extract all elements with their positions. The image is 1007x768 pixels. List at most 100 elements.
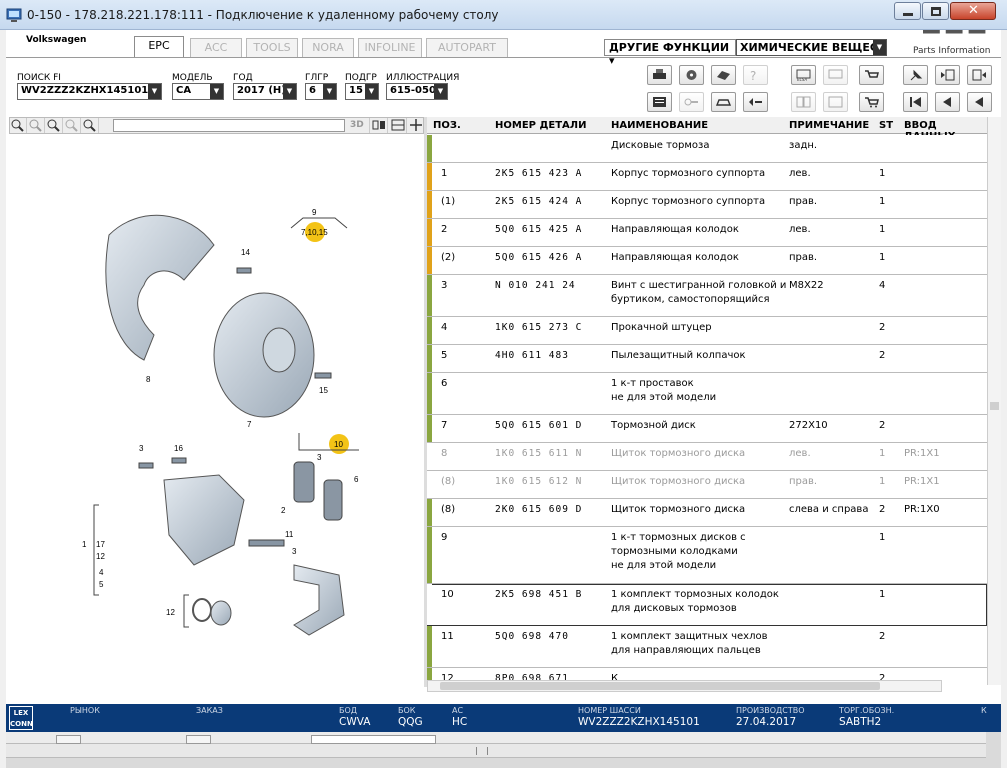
cell-name-line: 1 комплект тормозных колодок (611, 589, 779, 600)
table-row[interactable]: 2 5Q0 615 425 A Направляющая колодок лев. 1 (427, 219, 987, 247)
sg-select[interactable]: 15 ▼ (345, 83, 379, 100)
elsa-button[interactable]: ELSA (791, 65, 816, 85)
cell-part-number: 5Q0 615 426 A (495, 252, 583, 263)
tab-tools[interactable]: TOOLS (246, 38, 298, 57)
table-row[interactable]: 5 4H0 611 483 Пылезащитный колпачок 2 (427, 345, 987, 373)
table-row[interactable]: 9 1 к-т тормозных дисков с тормозными коло… (427, 527, 987, 584)
close-button[interactable]: ✕ (950, 2, 996, 20)
cell-name-line: Щиток тормозного диска (611, 504, 746, 515)
table-row[interactable]: 7 5Q0 615 601 D Тормозной диск 272X10 2 (427, 415, 987, 443)
table-row[interactable]: 3 N 010 241 24 Винт с шестигранной головко… (427, 275, 987, 317)
arrow-dash-button[interactable] (743, 92, 768, 112)
tab-infoline[interactable]: INFOLINE (358, 38, 422, 57)
row-status-bar (427, 443, 432, 470)
scroll-thumb[interactable] (990, 402, 999, 410)
col-note-header[interactable]: ПРИМЕЧАНИЕ (789, 120, 869, 131)
list-icon (941, 69, 955, 81)
other-functions-button[interactable]: ДРУГИЕ ФУНКЦИИ ▾ (604, 39, 736, 67)
svg-text:?: ? (750, 69, 756, 81)
illustration-search-input[interactable] (113, 119, 345, 132)
zoom-in-button[interactable] (10, 118, 27, 133)
cell-part-number: 5Q0 698 470 (495, 631, 569, 642)
list-edit-button[interactable] (823, 92, 848, 112)
list-back-button[interactable] (935, 65, 960, 85)
pin-button[interactable] (903, 65, 928, 85)
table-row[interactable]: 6 1 к-т проставок не для этой модели (427, 373, 987, 415)
col-pos-header[interactable]: ПОЗ. (433, 120, 461, 131)
callout-label: 12 (166, 608, 175, 617)
view-3d-button[interactable]: 3D (350, 118, 370, 133)
functions-select[interactable]: ХИМИЧЕСКИЕ ВЕЩЕСТВА ▼ (736, 39, 887, 56)
cell-st: 1 (879, 196, 886, 207)
col-name-header[interactable]: НАИМЕНОВАНИЕ (611, 120, 708, 131)
table-row[interactable]: 10 2K5 698 451 B 1 комплект тормозных коло… (427, 584, 987, 626)
help-button[interactable]: ? (743, 65, 768, 85)
first-page-button[interactable] (903, 92, 928, 112)
model-select[interactable]: CA ▼ (172, 83, 224, 100)
cell-name-line: Щиток тормозного диска (611, 476, 746, 487)
callout-label: 2 (281, 506, 286, 515)
tab-epc[interactable]: EPC (134, 36, 184, 57)
table-row[interactable]: Дисковые тормоза задн. (427, 135, 987, 163)
vehicle-button[interactable] (711, 92, 736, 112)
vertical-scrollbar[interactable] (987, 117, 1001, 685)
prev-button[interactable] (967, 92, 992, 112)
transfer-button[interactable] (791, 92, 816, 112)
col-st-header[interactable]: ST (879, 120, 893, 131)
question-icon: ? (750, 69, 756, 83)
col-part-header[interactable]: НОМЕР ДЕТАЛИ (495, 120, 586, 131)
minimize-button[interactable] (894, 2, 921, 20)
parts-table: ПОЗ. НОМЕР ДЕТАЛИ НАИМЕНОВАНИЕ ПРИМЕЧАНИ… (427, 117, 987, 687)
disc-hub-shape (262, 327, 296, 373)
panel-tab[interactable] (186, 735, 211, 744)
parts-illustration[interactable]: 9 7,10,15 14 8 15 7 10 3 16 3 6 2 11 1 1… (9, 135, 424, 698)
panel-tab[interactable] (56, 735, 81, 744)
cell-name-line: 1 комплект защитных чехлов (611, 631, 768, 642)
table-row[interactable]: (8) 2K0 615 609 D Щиток тормозного диска сл… (427, 499, 987, 527)
zoom-reset-button[interactable] (64, 118, 81, 133)
tab-autopart[interactable]: AUTOPART (426, 38, 508, 57)
table-row[interactable]: (1) 2K5 615 424 A Корпус тормозного суппор… (427, 191, 987, 219)
table-row[interactable]: 11 5Q0 698 470 1 комплект защитных чехлов д… (427, 626, 987, 668)
list-forward-button[interactable] (967, 65, 992, 85)
cart-button[interactable] (859, 92, 884, 112)
catalog-button[interactable] (647, 92, 672, 112)
magnifier-button[interactable] (82, 118, 99, 133)
print-button[interactable] (647, 65, 672, 85)
key-button[interactable] (679, 92, 704, 112)
panel-tab[interactable] (311, 735, 436, 744)
year-select[interactable]: 2017 (H) ▼ (233, 83, 297, 100)
scroll-grip[interactable] (476, 747, 488, 755)
cell-note: прав. (789, 476, 818, 487)
layout-button[interactable] (390, 118, 407, 133)
table-row[interactable]: 4 1K0 615 273 C Прокачной штуцер 2 (427, 317, 987, 345)
table-row[interactable]: 1 2K5 615 423 A Корпус тормозного суппорта… (427, 163, 987, 191)
notes-button[interactable] (711, 65, 736, 85)
table-row[interactable]: (8) 1K0 615 612 N Щиток тормозного диска пр… (427, 471, 987, 499)
mg-select[interactable]: 6 ▼ (305, 83, 337, 100)
maximize-button[interactable] (922, 2, 949, 20)
cart-add-button[interactable] (859, 65, 884, 85)
outer-horizontal-scrollbar[interactable] (6, 744, 986, 758)
elsa-icon: ELSA (796, 69, 811, 82)
depot-button[interactable] (823, 65, 848, 85)
illus-select[interactable]: 615-050 ▼ (386, 83, 448, 100)
tab-nora[interactable]: NORA (302, 38, 354, 57)
callout-label: 7 (247, 420, 252, 429)
pan-button[interactable] (408, 118, 425, 133)
hotspot-icon (372, 120, 385, 130)
tab-acc[interactable]: ACC (190, 38, 242, 57)
disk-button[interactable] (679, 65, 704, 85)
chevron-down-icon: ▼ (873, 40, 886, 55)
hotspot-button[interactable] (371, 118, 388, 133)
search-field[interactable]: WV2ZZZ2KZHX145101 ▼ (17, 83, 162, 100)
horizontal-scrollbar[interactable] (427, 680, 942, 692)
prev-page-button[interactable] (935, 92, 960, 112)
table-row[interactable]: 8 1K0 615 611 N Щиток тормозного диска лев.… (427, 443, 987, 471)
cell-name: Пылезащитный колпачок (611, 349, 746, 363)
zoom-out-button[interactable] (28, 118, 45, 133)
zoom-fit-button[interactable] (46, 118, 63, 133)
scroll-thumb[interactable] (440, 682, 880, 690)
table-row[interactable]: (2) 5Q0 615 426 A Направляющая колодок прав… (427, 247, 987, 275)
cell-st: 2 (879, 322, 886, 333)
